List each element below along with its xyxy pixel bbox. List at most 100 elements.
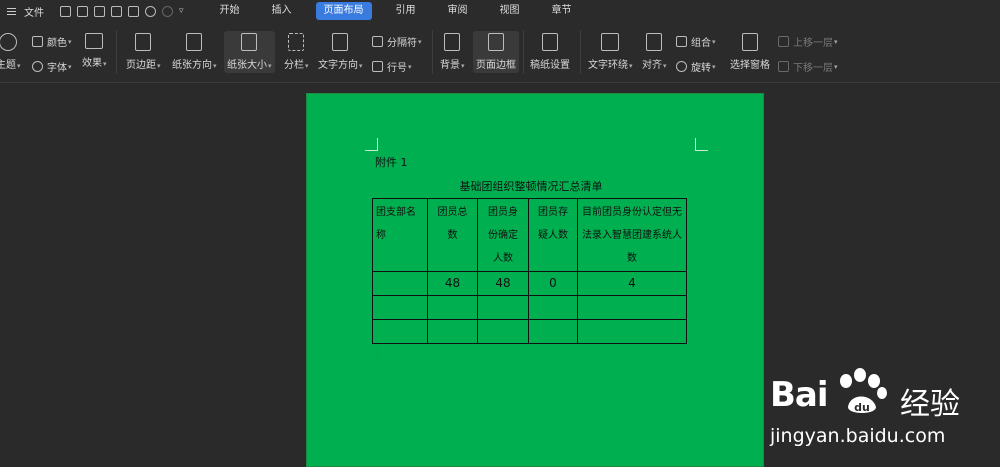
font-button[interactable]: 字体 ▾ (32, 59, 72, 74)
table-cell[interactable]: 4 (577, 271, 687, 296)
tab-view[interactable]: 视图 (492, 2, 528, 20)
print-preview-icon[interactable] (128, 5, 139, 17)
theme-button[interactable]: 主题▾ (0, 33, 21, 71)
align-label: 对齐 (642, 60, 662, 71)
paper-size-label: 纸张大小 (227, 60, 267, 71)
table-cell[interactable] (427, 295, 478, 320)
table-header-row: 团支部名称 团员总数 团员身份确定人数 团员存疑人数 目前团员身份认定但无法录入… (372, 198, 687, 272)
wrap-text-label: 文字环绕 (588, 60, 628, 71)
selection-pane-label: 选择窗格 (730, 60, 770, 71)
text-direction-icon (332, 33, 349, 51)
theme-label: 主题 (0, 60, 16, 71)
text-direction-button[interactable]: 文字方向▾ (318, 33, 363, 71)
redo-icon[interactable] (162, 5, 173, 17)
rotate-button[interactable]: 旋转 ▾ (676, 59, 716, 74)
selection-pane-icon (742, 33, 758, 51)
tab-page-layout[interactable]: 页面布局 (315, 2, 372, 20)
table-cell[interactable]: 0 (528, 271, 578, 296)
table-cell[interactable] (477, 319, 529, 344)
save-icon[interactable] (77, 5, 88, 17)
line-numbers-button[interactable]: 行号 ▾ (372, 59, 412, 74)
background-button[interactable]: 背景▾ (440, 33, 465, 71)
print-icon[interactable] (111, 5, 122, 17)
watermark-url: jingyan.baidu.com (770, 425, 946, 447)
wrap-text-button[interactable]: 文字环绕▾ (588, 33, 633, 71)
send-backward-button[interactable]: 下移一层 ▾ (778, 59, 838, 74)
bring-forward-icon (778, 36, 789, 47)
background-icon (444, 33, 461, 51)
header-text: 团员身份确定人数 (488, 207, 518, 264)
undo-icon[interactable] (145, 5, 156, 17)
text-cursor (377, 346, 378, 362)
document-page[interactable]: 附件 1 基础团组织整顿情况汇总清单 团支部名称 团员总数 团员身份确定人数 团… (306, 93, 764, 467)
table-row: 48 48 0 4 (372, 271, 687, 296)
breaks-button[interactable]: 分隔符 ▾ (372, 34, 422, 49)
breaks-label: 分隔符 (387, 38, 417, 49)
table-row (372, 295, 687, 320)
table-cell[interactable] (477, 295, 529, 320)
open-folder-icon[interactable] (60, 5, 71, 17)
orientation-label: 纸张方向 (172, 60, 212, 71)
paper-size-icon (241, 33, 258, 51)
menu-bar: 文件 ▿ 开始 插入 页面布局 引用 审阅 视图 章节 (0, 0, 1000, 22)
color-palette-icon (32, 36, 43, 47)
table-cell[interactable]: 48 (427, 271, 478, 296)
table-cell[interactable] (372, 271, 428, 296)
table-header-cell[interactable]: 目前团员身份认定但无法录入智慧团建系统人数 (577, 198, 687, 272)
line-numbers-icon (372, 61, 383, 72)
page-border-button[interactable]: 页面边框 (473, 31, 519, 73)
columns-button[interactable]: 分栏▾ (284, 33, 309, 71)
align-button[interactable]: 对齐▾ (642, 33, 667, 71)
ribbon-tabs: 开始 插入 页面布局 引用 审阅 视图 章节 (204, 2, 588, 20)
margins-icon (135, 33, 152, 51)
group-button[interactable]: 组合 ▾ (676, 34, 716, 49)
group-icon (676, 36, 687, 47)
quick-access-toolbar: ▿ (60, 5, 184, 17)
manuscript-settings-button[interactable]: 稿纸设置 (530, 33, 570, 71)
table-header-cell[interactable]: 团员总数 (427, 198, 478, 272)
tab-review[interactable]: 审阅 (440, 2, 476, 20)
table-cell[interactable] (372, 319, 428, 344)
table-cell[interactable] (427, 319, 478, 344)
bring-forward-button[interactable]: 上移一层 ▾ (778, 34, 838, 49)
manuscript-settings-label: 稿纸设置 (530, 60, 570, 71)
orientation-button[interactable]: 纸张方向▾ (172, 33, 217, 71)
margins-label: 页边距 (126, 60, 156, 71)
tab-references[interactable]: 引用 (388, 2, 424, 20)
document-title[interactable]: 基础团组织整顿情况汇总清单 (373, 178, 689, 194)
effects-button[interactable]: 效果▾ (82, 33, 107, 69)
hamburger-menu-icon[interactable] (4, 0, 18, 22)
tab-insert[interactable]: 插入 (264, 2, 300, 20)
theme-icon (0, 33, 18, 51)
file-menu[interactable]: 文件 (24, 4, 44, 19)
table-cell[interactable]: 48 (477, 271, 529, 296)
font-label: 字体 (47, 63, 67, 74)
svg-text:du: du (854, 401, 870, 414)
effects-label: 效果 (82, 58, 102, 69)
table-header-cell[interactable]: 团员存疑人数 (528, 198, 578, 272)
page-corner-marker (365, 138, 378, 151)
background-label: 背景 (440, 60, 460, 71)
summary-table[interactable]: 团支部名称 团员总数 团员身份确定人数 团员存疑人数 目前团员身份认定但无法录入… (372, 198, 687, 344)
paper-size-button[interactable]: 纸张大小▾ (224, 31, 275, 73)
selection-pane-button[interactable]: 选择窗格 (730, 33, 770, 71)
table-cell[interactable] (577, 319, 687, 344)
tab-sections[interactable]: 章节 (544, 2, 580, 20)
header-text: 目前团员身份认定但无法录入智慧团建系统人数 (582, 207, 682, 264)
margins-button[interactable]: 页边距▾ (126, 33, 161, 71)
ribbon-divider (432, 30, 433, 74)
quick-access-dropdown-icon[interactable]: ▿ (179, 6, 184, 16)
table-header-cell[interactable]: 团员身份确定人数 (477, 198, 529, 272)
color-button[interactable]: 颜色 ▾ (32, 34, 72, 49)
table-cell[interactable] (577, 295, 687, 320)
baidu-paw-icon: du (840, 368, 887, 414)
table-cell[interactable] (528, 295, 578, 320)
attachment-label[interactable]: 附件 1 (375, 154, 408, 170)
page-border-label: 页面边框 (476, 60, 516, 71)
font-icon (32, 61, 43, 72)
tab-home[interactable]: 开始 (212, 2, 248, 20)
table-cell[interactable] (372, 295, 428, 320)
format-painter-icon[interactable] (94, 5, 105, 17)
table-cell[interactable] (528, 319, 578, 344)
table-header-cell[interactable]: 团支部名称 (372, 198, 428, 272)
